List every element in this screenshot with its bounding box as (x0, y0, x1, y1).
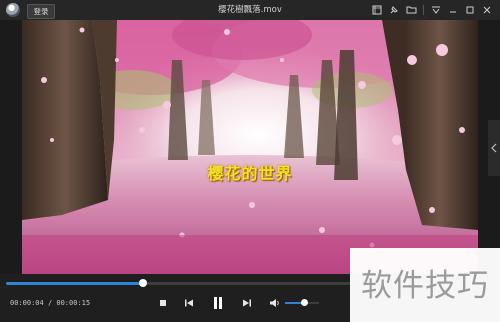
progress-handle[interactable] (139, 279, 148, 287)
previous-button[interactable] (180, 294, 198, 312)
total-time: 00:00:15 (56, 299, 91, 307)
video-subtitle: 樱花的世界 (207, 164, 293, 183)
minimize-icon[interactable] (446, 3, 460, 17)
pause-button[interactable] (208, 294, 228, 312)
chevron-left-icon (491, 143, 497, 153)
time-display: 00:00:04 / 00:00:15 (10, 299, 90, 307)
title-bar: 登录 樱花樹飄落.mov (0, 0, 500, 20)
settings-icon[interactable] (429, 3, 443, 17)
volume-icon (270, 299, 279, 307)
progress-fill (6, 282, 144, 285)
volume-handle[interactable] (300, 299, 308, 306)
stop-icon (160, 300, 166, 306)
video-frame[interactable]: 樱花的世界 (22, 20, 478, 274)
close-icon[interactable] (480, 3, 494, 17)
next-icon (243, 299, 251, 307)
window-controls (370, 3, 494, 17)
login-button[interactable]: 登录 (27, 4, 55, 19)
stop-button[interactable] (154, 294, 172, 312)
next-button[interactable] (238, 294, 256, 312)
pin-icon[interactable] (387, 3, 401, 17)
volume-button[interactable] (266, 294, 284, 312)
playlist-toggle[interactable] (488, 120, 500, 176)
maximize-icon[interactable] (463, 3, 477, 17)
cherry-blossom-scene (22, 20, 478, 274)
pause-icon (214, 297, 222, 309)
previous-icon (185, 299, 193, 307)
watermark-text: 软件技巧 (361, 268, 489, 304)
volume-slider[interactable] (285, 299, 319, 306)
current-time: 00:00:04 (10, 299, 44, 307)
watermark: 软件技巧 (350, 248, 500, 322)
time-separator: / (47, 299, 53, 307)
screenshot-icon[interactable] (370, 3, 384, 17)
divider (423, 5, 424, 15)
app-logo-icon[interactable] (6, 3, 20, 17)
folder-icon[interactable] (404, 3, 418, 17)
